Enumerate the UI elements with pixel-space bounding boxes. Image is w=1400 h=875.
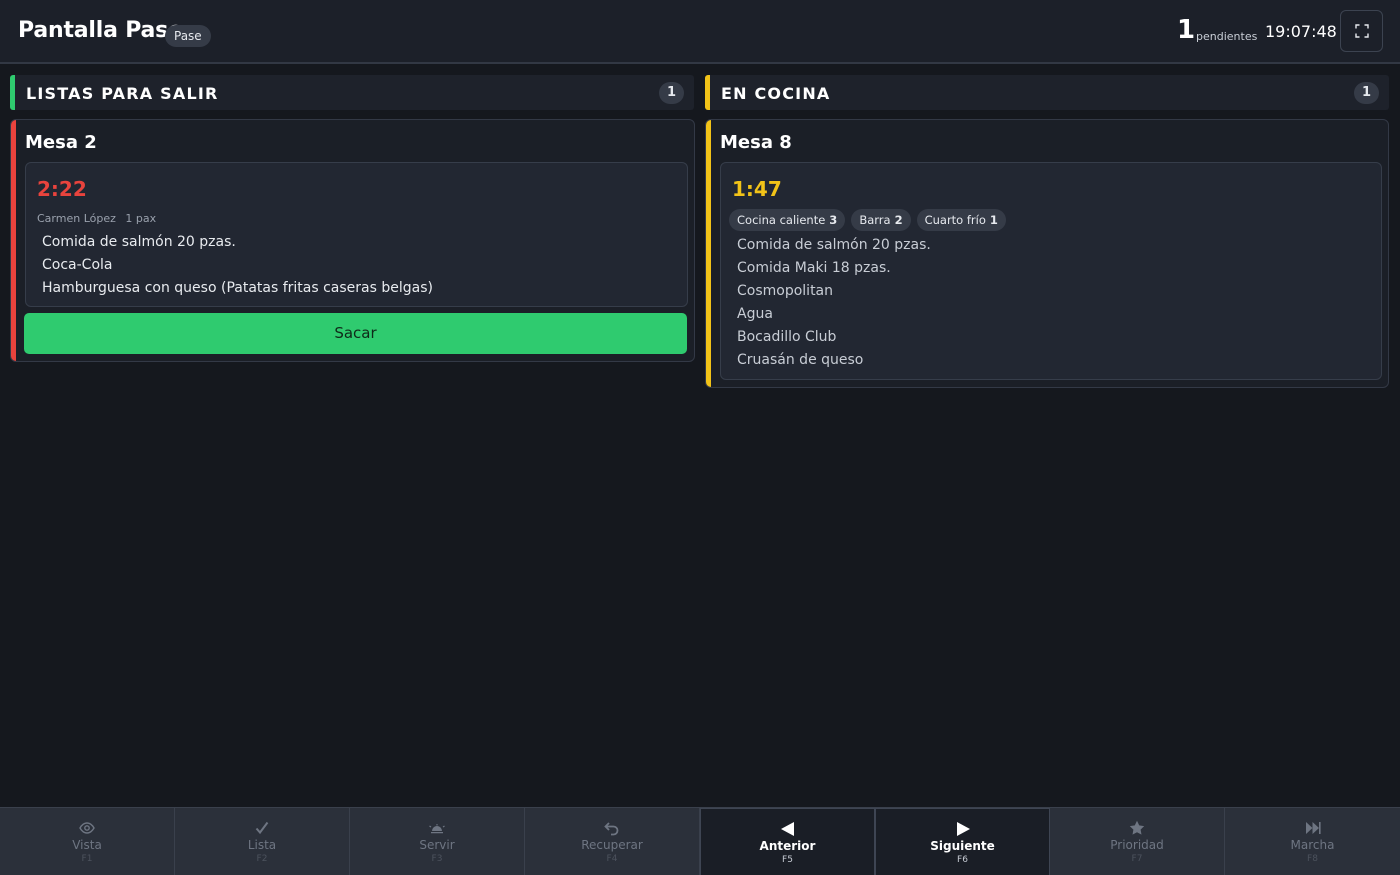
list-item: Cruasán de queso — [737, 352, 864, 368]
station-name: Barra — [859, 213, 891, 227]
pending-label: pendientes — [1196, 30, 1258, 43]
order-timer: 2:22 — [37, 177, 87, 201]
tool-label: Servir — [419, 838, 455, 852]
station-chips: Cocina caliente 3 Barra 2 Cuarto frío 1 — [729, 209, 1006, 231]
column-header-cooking: EN COCINA 1 — [705, 75, 1389, 110]
screen-badge: Pase — [165, 25, 211, 47]
list-item: Comida Maki 18 pzas. — [737, 260, 891, 276]
tool-shortcut: F5 — [782, 855, 793, 865]
triangle-right-icon — [956, 822, 970, 836]
order-items-list: Comida de salmón 20 pzas. Coca-Cola Hamb… — [42, 231, 433, 300]
skip-forward-icon — [1305, 822, 1321, 834]
station-chip: Barra 2 — [851, 209, 911, 231]
table-name: Mesa 2 — [25, 132, 97, 153]
vista-button[interactable]: Vista F1 — [0, 808, 175, 875]
column-accent-bar — [705, 75, 710, 110]
cloche-icon — [429, 824, 445, 834]
anterior-button[interactable]: Anterior F5 — [700, 808, 875, 875]
expand-icon — [1354, 24, 1369, 38]
column-title: EN COCINA — [721, 84, 831, 103]
tool-shortcut: F1 — [81, 854, 93, 864]
header-bar: Pantalla Pase Pase 1 pendientes 19:07:48 — [0, 0, 1400, 64]
prioridad-button[interactable]: Prioridad F7 — [1050, 808, 1225, 875]
tool-label: Recuperar — [581, 838, 643, 852]
waiter-name: Carmen López — [37, 212, 116, 225]
tool-shortcut: F8 — [1307, 854, 1318, 864]
clock: 19:07:48 — [1265, 22, 1337, 41]
star-icon — [1129, 820, 1145, 835]
order-meta: Carmen López 1 pax — [37, 212, 162, 225]
tool-label: Vista — [72, 838, 102, 852]
list-item: Agua — [737, 306, 773, 322]
list-item: Comida de salmón 20 pzas. — [42, 234, 236, 250]
list-item: Hamburguesa con queso (Patatas fritas ca… — [42, 280, 433, 296]
order-card-mesa-2[interactable]: Mesa 2 2:22 Carmen López 1 pax Comida de… — [10, 119, 695, 362]
column-count-badge: 1 — [1354, 82, 1379, 104]
table-name: Mesa 8 — [720, 132, 792, 153]
tool-shortcut: F2 — [256, 854, 268, 864]
undo-arrow-icon — [604, 822, 619, 836]
siguiente-button[interactable]: Siguiente F6 — [875, 808, 1050, 875]
tool-label: Marcha — [1290, 838, 1335, 852]
marcha-button[interactable]: Marcha F8 — [1225, 808, 1400, 875]
list-item: Comida de salmón 20 pzas. — [737, 237, 931, 253]
recuperar-button[interactable]: Recuperar F4 — [525, 808, 700, 875]
station-name: Cocina caliente — [737, 213, 826, 227]
station-name: Cuarto frío — [924, 213, 986, 227]
check-icon — [255, 821, 269, 835]
page-title: Pantalla Pase — [18, 18, 183, 43]
lista-button[interactable]: Lista F2 — [175, 808, 350, 875]
pass-screen: Pantalla Pase Pase 1 pendientes 19:07:48… — [0, 0, 1400, 875]
column-count-badge: 1 — [659, 82, 684, 104]
tool-label: Anterior — [759, 839, 816, 853]
triangle-left-icon — [780, 822, 794, 836]
station-count: 2 — [894, 213, 903, 227]
list-item: Bocadillo Club — [737, 329, 837, 345]
column-title: LISTAS PARA SALIR — [26, 84, 219, 103]
tool-shortcut: F6 — [957, 855, 968, 865]
station-count: 1 — [989, 213, 998, 227]
pax-count: 1 pax — [125, 212, 157, 225]
tool-shortcut: F7 — [1131, 854, 1143, 864]
pending-count: 1 — [1177, 15, 1196, 45]
tool-label: Lista — [247, 838, 277, 852]
order-ticket: 2:22 Carmen López 1 pax Comida de salmón… — [25, 162, 688, 307]
column-accent-bar — [10, 75, 15, 110]
fullscreen-button[interactable] — [1340, 10, 1383, 52]
station-count: 3 — [829, 213, 838, 227]
card-status-stripe — [11, 120, 16, 361]
list-item: Cosmopolitan — [737, 283, 834, 299]
station-chip: Cocina caliente 3 — [729, 209, 846, 231]
servir-button[interactable]: Servir F3 — [350, 808, 525, 875]
card-status-stripe — [706, 120, 711, 387]
tool-shortcut: F4 — [606, 854, 618, 864]
order-ticket: 1:47 Cocina caliente 3 Barra 2 Cuarto frío… — [720, 162, 1382, 380]
tool-label: Prioridad — [1110, 838, 1164, 852]
action-toolbar: Vista F1 Lista F2 Servir F3 Recuperar F4… — [0, 807, 1400, 875]
list-item: Coca-Cola — [42, 257, 113, 273]
order-timer: 1:47 — [732, 177, 782, 201]
order-card-mesa-8[interactable]: Mesa 8 1:47 Cocina caliente 3 Barra 2 Cuar… — [705, 119, 1389, 388]
tool-label: Siguiente — [930, 839, 995, 853]
column-header-ready: LISTAS PARA SALIR 1 — [10, 75, 694, 110]
tool-shortcut: F3 — [431, 854, 443, 864]
eye-icon — [79, 822, 95, 834]
station-chip: Cuarto frío 1 — [916, 209, 1006, 231]
sacar-button[interactable]: Sacar — [24, 313, 687, 354]
order-items-list: Comida de salmón 20 pzas. Comida Maki 18… — [737, 234, 931, 372]
